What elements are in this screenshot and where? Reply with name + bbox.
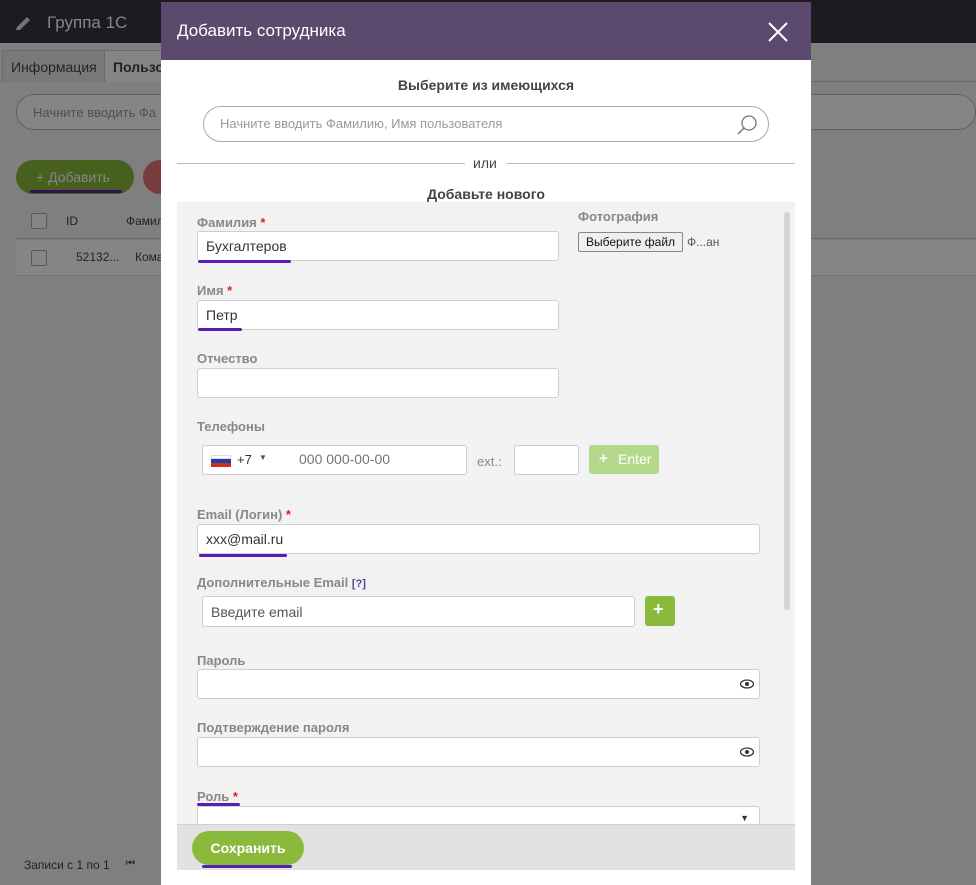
employee-search[interactable] [203, 106, 769, 142]
modal-footer: Сохранить [177, 824, 795, 870]
last-name-input[interactable] [197, 231, 559, 261]
country-code[interactable]: +7 [237, 452, 252, 467]
annotation-underline [202, 865, 292, 868]
choose-existing-label: Выберите из имеющихся [397, 77, 575, 93]
role-label: Роль * [197, 789, 238, 804]
annotation-underline [198, 328, 242, 331]
phones-label: Телефоны [197, 419, 265, 434]
form-scrollbar[interactable] [784, 212, 790, 610]
password-confirm-label: Подтверждение пароля [197, 720, 350, 735]
extra-email-input[interactable] [202, 596, 635, 627]
role-select[interactable]: ▼ [197, 806, 760, 824]
phone-ext-input[interactable] [514, 445, 579, 475]
chevron-down-icon[interactable]: ▼ [740, 813, 749, 823]
search-icon[interactable] [736, 114, 758, 136]
employee-search-input[interactable] [220, 116, 720, 131]
patronymic-input[interactable] [197, 368, 559, 398]
modal-header: Добавить сотрудника [161, 2, 811, 60]
password-confirm-input[interactable] [197, 737, 760, 767]
email-input[interactable] [197, 524, 760, 554]
add-email-button[interactable]: + [645, 596, 675, 626]
phone-enter-button[interactable]: + Enter [589, 445, 659, 474]
first-name-label: Имя * [197, 283, 233, 298]
divider-right [506, 163, 795, 164]
plus-icon: + [653, 599, 664, 619]
password-input[interactable] [197, 669, 760, 699]
annotation-underline [199, 554, 287, 557]
extra-email-label: Дополнительные Email [?] [197, 575, 366, 590]
russia-flag-icon[interactable] [211, 455, 231, 467]
add-employee-modal: Добавить сотрудника Выберите из имеющихс… [161, 2, 811, 885]
photo-label: Фотография [578, 209, 659, 224]
modal-title: Добавить сотрудника [177, 21, 346, 40]
patronymic-label: Отчество [197, 351, 258, 366]
or-text: или [473, 155, 497, 171]
phone-number-input[interactable] [299, 451, 459, 467]
close-icon[interactable] [767, 21, 789, 43]
add-new-label: Добавьте нового [427, 186, 545, 202]
eye-icon[interactable] [740, 747, 754, 757]
new-employee-form: Фамилия * Фотография Выберите файл Ф...а… [177, 202, 795, 824]
plus-icon: + [599, 450, 608, 467]
annotation-underline [198, 260, 291, 263]
eye-icon[interactable] [740, 679, 754, 689]
save-button[interactable]: Сохранить [192, 831, 304, 865]
first-name-input[interactable] [197, 300, 559, 330]
divider-left [177, 163, 465, 164]
choose-file-button[interactable]: Выберите файл [578, 232, 684, 252]
email-label: Email (Логин) * [197, 507, 291, 522]
password-label: Пароль [197, 653, 246, 668]
chevron-down-icon[interactable]: ▼ [259, 453, 267, 462]
phone-input-group: +7 ▼ [202, 445, 467, 475]
last-name-label: Фамилия * [197, 215, 266, 230]
ext-label: ext.: [477, 454, 502, 469]
file-name-text: Ф...ан [687, 235, 720, 249]
help-icon[interactable]: [?] [352, 578, 366, 590]
